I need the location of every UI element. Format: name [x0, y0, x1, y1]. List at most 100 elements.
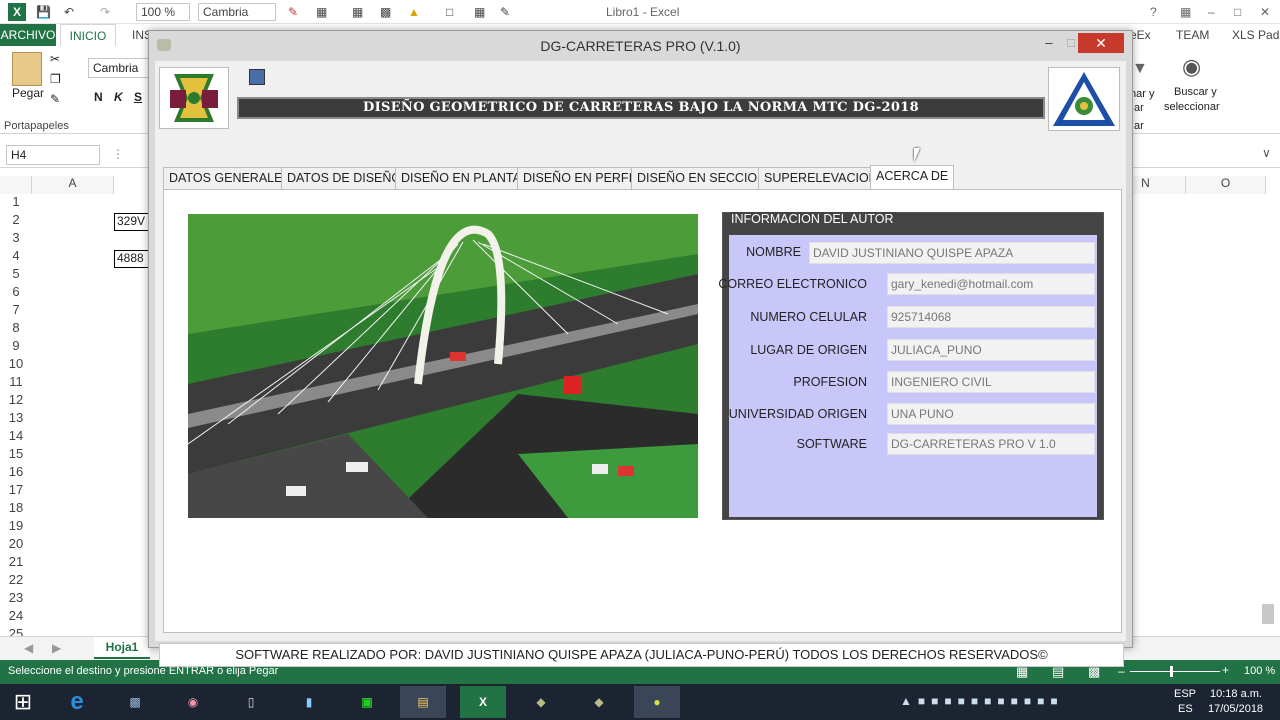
row-header[interactable]: 22 — [0, 572, 32, 587]
redo-icon[interactable]: ↷ — [100, 3, 110, 21]
language-indicator[interactable]: ESP — [1174, 688, 1196, 700]
store-icon[interactable]: ▣ — [344, 686, 390, 718]
format-painter-icon[interactable]: ✎ — [50, 92, 60, 106]
row-header[interactable]: 16 — [0, 464, 32, 479]
files-icon[interactable]: ▯ — [228, 686, 274, 718]
zoom-slider-thumb[interactable] — [1170, 666, 1173, 677]
sort-filter-label2[interactable]: ar — [1134, 102, 1144, 114]
tab-diseno-en-planta[interactable]: DISEÑO EN PLANTA — [395, 167, 527, 190]
grid-icon[interactable]: ▦ — [352, 3, 363, 21]
cell-b2[interactable]: 329V — [114, 213, 150, 231]
save-icon[interactable]: 💾 — [36, 3, 51, 21]
ribbon-options-icon[interactable]: ▦ — [1180, 3, 1191, 21]
copy-icon[interactable]: ❐ — [50, 72, 61, 86]
row-header[interactable]: 20 — [0, 536, 32, 551]
tab-datos-generales[interactable]: DATOS GENERALES — [163, 167, 297, 190]
row-header[interactable]: 5 — [0, 266, 32, 281]
zoom-slider[interactable] — [1130, 671, 1220, 672]
row-header[interactable]: 8 — [0, 320, 32, 335]
computer-icon[interactable]: ▩ — [112, 686, 158, 718]
row-header[interactable]: 4 — [0, 248, 32, 263]
row-header[interactable]: 7 — [0, 302, 32, 317]
system-tray-icons[interactable]: ▲■■■■■■■■■■■ — [900, 694, 1064, 708]
tab-archivo[interactable]: ARCHIVO — [0, 24, 56, 46]
row-header[interactable]: 6 — [0, 284, 32, 299]
row-header[interactable]: 17 — [0, 482, 32, 497]
format-icon[interactable]: ▦ — [474, 3, 485, 21]
find-select-label2[interactable]: seleccionar — [1164, 101, 1220, 113]
language-indicator-2[interactable]: ES — [1178, 703, 1193, 715]
underline-button[interactable]: S — [134, 90, 142, 104]
name-box[interactable]: H4 — [6, 145, 100, 165]
tab-xls-pad[interactable]: XLS Pad — [1232, 28, 1279, 42]
tab-inicio[interactable]: INICIO — [60, 24, 116, 46]
field-value-correo[interactable]: gary_kenedi@hotmail.com — [887, 273, 1095, 295]
prev-sheet-icon[interactable]: ◀ — [24, 641, 33, 655]
row-header[interactable]: 18 — [0, 500, 32, 515]
close-icon[interactable]: ✕ — [1260, 3, 1270, 21]
notes-icon[interactable]: ▮ — [286, 686, 332, 718]
font-combo[interactable]: Cambria — [198, 3, 276, 21]
tab-team[interactable]: TEAM — [1176, 28, 1209, 42]
binoculars-icon[interactable]: ◉ — [1182, 54, 1201, 80]
paint-icon[interactable]: ◉ — [170, 686, 216, 718]
tab-superelevacion[interactable]: SUPERELEVACION — [758, 167, 884, 190]
field-value-profesion[interactable]: INGENIERO CIVIL — [887, 371, 1095, 393]
cell-b4[interactable]: 4888 — [114, 250, 150, 268]
fill-color-icon[interactable]: ▲ — [408, 3, 420, 21]
field-value-universidad[interactable]: UNA PUNO — [887, 403, 1095, 425]
filter-icon[interactable]: ▼ — [1132, 60, 1148, 78]
sort-filter-label[interactable]: nar y — [1130, 88, 1154, 100]
italic-button[interactable]: K — [114, 90, 123, 104]
row-header[interactable]: 13 — [0, 410, 32, 425]
row-header[interactable]: 19 — [0, 518, 32, 533]
tab-diseno-en-seccion[interactable]: DISEÑO EN SECCION — [631, 167, 773, 190]
minimize-icon[interactable]: – — [1208, 3, 1215, 21]
column-header[interactable]: A — [32, 176, 114, 194]
save-icon[interactable] — [249, 69, 265, 85]
bold-button[interactable]: N — [94, 90, 103, 104]
field-value-origen[interactable]: JULIACA_PUNO — [887, 339, 1095, 361]
borders-icon[interactable]: ▦ — [316, 3, 327, 21]
row-header[interactable]: 23 — [0, 590, 32, 605]
font-box[interactable]: Cambria — [88, 58, 152, 78]
sheet-tab-hoja1[interactable]: Hoja1 — [94, 637, 150, 659]
help-icon[interactable]: ? — [1150, 3, 1157, 21]
row-header[interactable]: 21 — [0, 554, 32, 569]
excel-taskbar-icon[interactable]: X — [460, 686, 506, 718]
zoom-in-icon[interactable]: + — [1222, 663, 1229, 677]
column-header[interactable]: O — [1186, 176, 1266, 194]
status-zoom[interactable]: 100 % — [1244, 665, 1275, 677]
row-header[interactable]: 2 — [0, 212, 32, 227]
window-title-bar[interactable]: DG-CARRETERAS PRO (V.1.0) – □ ✕ — [149, 31, 1132, 61]
tab-eex[interactable]: eEx — [1130, 28, 1151, 42]
internet-explorer-icon[interactable]: e — [54, 686, 100, 718]
table-icon[interactable]: ▩ — [380, 3, 391, 21]
vertical-scrollbar[interactable] — [1262, 604, 1274, 624]
row-header[interactable]: 14 — [0, 428, 32, 443]
app-icon[interactable]: ◆ — [576, 686, 622, 718]
paste-icon[interactable] — [12, 52, 42, 86]
dg-carreteras-taskbar-icon[interactable]: ● — [634, 686, 680, 718]
row-header[interactable]: 24 — [0, 608, 32, 623]
expand-formula-icon[interactable]: ∨ — [1262, 146, 1271, 160]
tab-datos-de-diseno[interactable]: DATOS DE DISEÑO — [281, 167, 408, 190]
row-header[interactable]: 9 — [0, 338, 32, 353]
start-windows-icon[interactable]: ⊞ — [0, 686, 46, 718]
select-all-corner[interactable] — [0, 176, 32, 194]
row-header[interactable]: 15 — [0, 446, 32, 461]
cut-icon[interactable]: ✂ — [50, 52, 60, 66]
field-value-celular[interactable]: 925714068 — [887, 306, 1095, 328]
row-header[interactable]: 25 — [0, 626, 32, 636]
find-select-label[interactable]: Buscar y — [1174, 86, 1217, 98]
file-explorer-icon[interactable]: ▤ — [400, 686, 446, 718]
tab-diseno-en-perfil[interactable]: DISEÑO EN PERFIL — [517, 167, 645, 190]
tab-acerca-de[interactable]: ACERCA DE — [870, 165, 955, 191]
row-header[interactable]: 10 — [0, 356, 32, 371]
field-value-nombre[interactable]: DAVID JUSTINIANO QUISPE APAZA — [809, 242, 1095, 264]
row-header[interactable]: 3 — [0, 230, 32, 245]
app-icon[interactable]: ◆ — [518, 686, 564, 718]
undo-icon[interactable]: ↶ — [64, 3, 74, 21]
row-header[interactable]: 11 — [0, 374, 32, 389]
merge-icon[interactable]: □ — [446, 3, 453, 21]
